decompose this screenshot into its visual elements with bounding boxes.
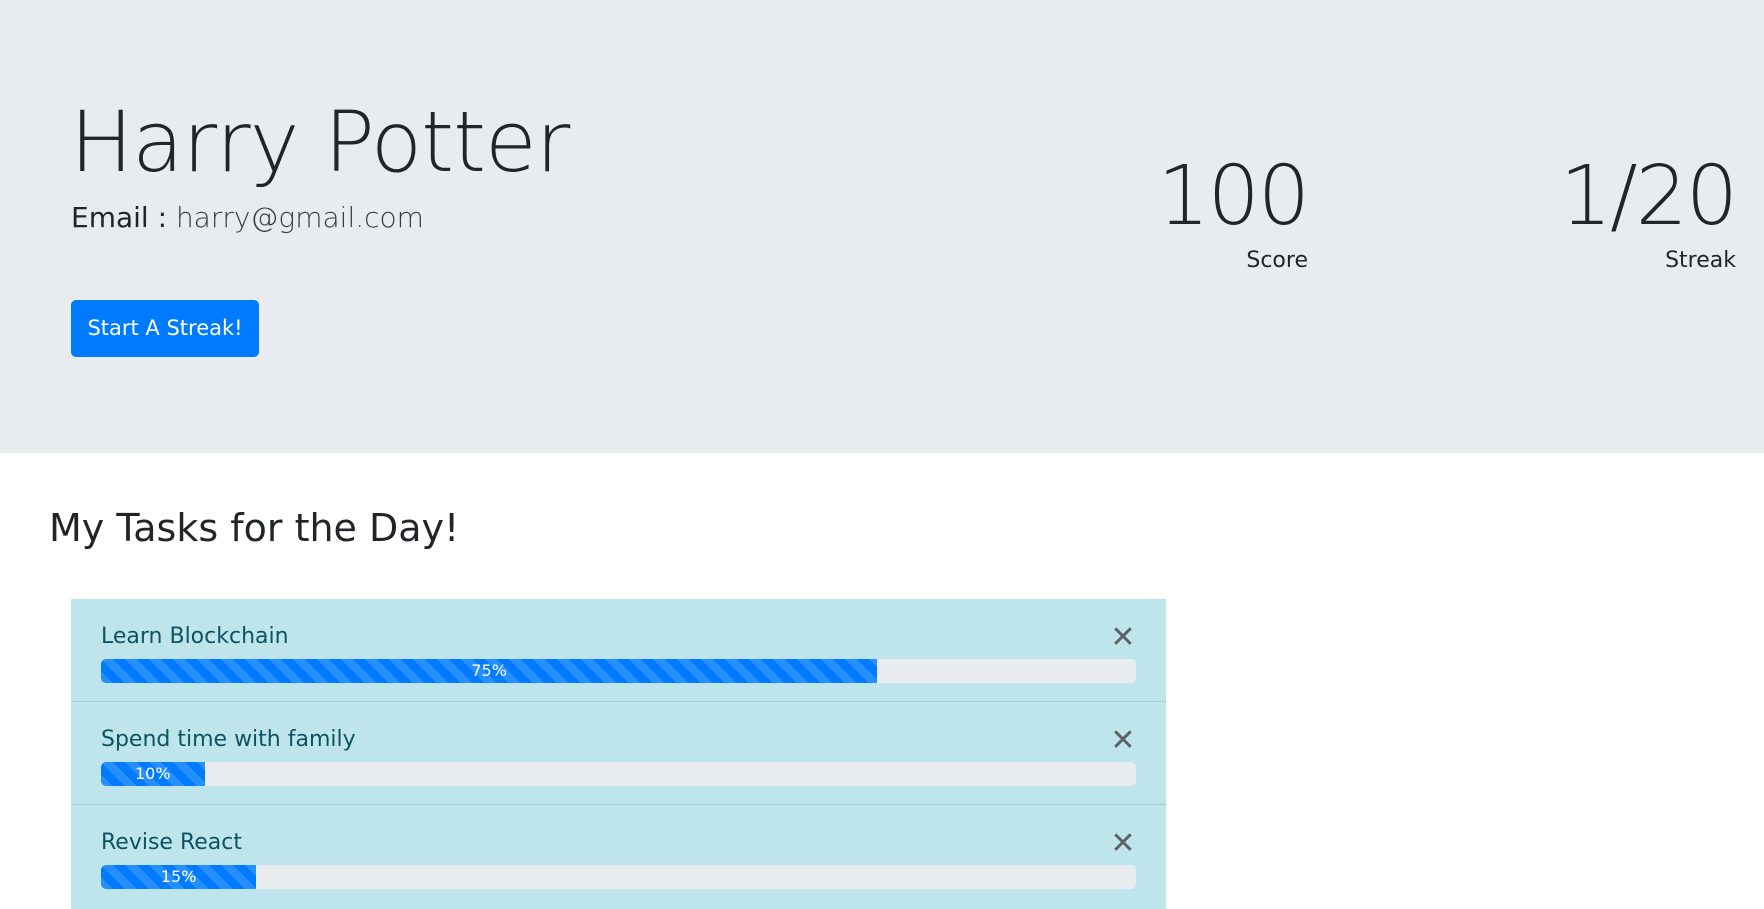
task-item: Spend time with family ✕ 10% — [71, 702, 1166, 805]
task-name: Spend time with family — [101, 727, 356, 752]
task-item: Learn Blockchain ✕ 75% — [71, 599, 1166, 702]
task-list: Learn Blockchain ✕ 75% Spend time with f… — [71, 599, 1166, 909]
email-row: Email : harry@gmail.com — [71, 198, 424, 238]
close-icon[interactable]: ✕ — [1110, 623, 1136, 653]
score-value: 100 — [1157, 149, 1310, 244]
email-label: Email : — [71, 201, 168, 234]
close-icon[interactable]: ✕ — [1110, 726, 1136, 756]
profile-header: Harry Potter Email : harry@gmail.com Sta… — [0, 0, 1764, 453]
task-name: Learn Blockchain — [101, 624, 289, 649]
score-stat: 100 Score — [1157, 148, 1310, 276]
score-label: Score — [1246, 248, 1308, 273]
task-progress: 75% — [101, 659, 1136, 683]
task-item: Revise React ✕ 15% — [71, 805, 1166, 909]
streak-label: Streak — [1665, 248, 1736, 273]
streak-value: 1/20 — [1559, 149, 1738, 244]
tasks-heading: My Tasks for the Day! — [49, 506, 460, 550]
close-icon[interactable]: ✕ — [1110, 829, 1136, 859]
task-progress-bar: 10% — [101, 762, 205, 786]
task-progress: 10% — [101, 762, 1136, 786]
task-progress-bar: 75% — [101, 659, 878, 683]
start-streak-button[interactable]: Start A Streak! — [71, 300, 259, 357]
user-name: Harry Potter — [70, 93, 570, 191]
task-name: Revise React — [101, 830, 242, 855]
task-progress-bar: 15% — [101, 865, 257, 889]
email-value: harry@gmail.com — [175, 201, 424, 234]
streak-stat: 1/20 Streak — [1559, 148, 1738, 276]
task-progress: 15% — [101, 865, 1136, 889]
